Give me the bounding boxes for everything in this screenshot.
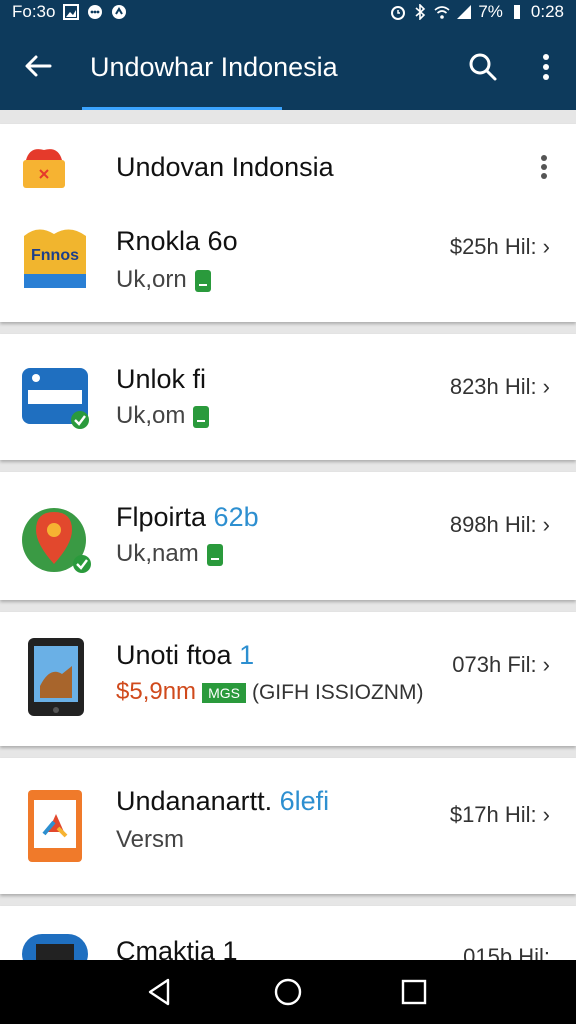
store-icon bbox=[23, 149, 65, 188]
title-underline bbox=[82, 107, 282, 110]
item-title-accent: 62b bbox=[213, 502, 259, 532]
image-notification-icon bbox=[63, 4, 80, 20]
back-icon[interactable] bbox=[142, 974, 178, 1010]
item-title-accent: 1 bbox=[239, 640, 255, 670]
item-title: Rnokla 6o bbox=[116, 226, 238, 256]
system-nav-bar bbox=[0, 960, 576, 1024]
item-note: (GIFH ISSIOZNM) bbox=[251, 681, 424, 704]
item-title: Unlok fi bbox=[116, 364, 207, 394]
more-vert-icon[interactable] bbox=[536, 52, 556, 82]
page-title: Undowhar Indonesia bbox=[90, 52, 338, 82]
maps-app-icon bbox=[22, 508, 91, 573]
item-price: 898h Hil: bbox=[449, 512, 537, 537]
food-app-icon: Fnnos bbox=[24, 229, 86, 288]
battery-icon bbox=[513, 5, 520, 19]
chevron-right-icon: › bbox=[542, 652, 550, 677]
install-badge-icon bbox=[194, 269, 211, 292]
item-price: 073h Fil: bbox=[452, 652, 537, 677]
list-item[interactable]: Flpoirta 62b Uk,nam 898h Hil: › bbox=[0, 472, 576, 600]
item-price: $17h Hil: bbox=[449, 802, 537, 827]
item-title: Flpoirta bbox=[116, 502, 207, 532]
signal-icon bbox=[457, 5, 472, 19]
phone-app-icon bbox=[28, 638, 84, 716]
item-price: $25h Hil: bbox=[449, 234, 537, 259]
message-notification-icon bbox=[88, 5, 103, 19]
item-title-accent: 6lefi bbox=[279, 786, 330, 816]
section-more-icon[interactable] bbox=[536, 154, 552, 180]
bluetooth-icon bbox=[415, 4, 426, 20]
item-price: 015b Hil: bbox=[463, 944, 550, 960]
svg-text:Fnnos: Fnnos bbox=[31, 247, 79, 264]
app-bar: Undowhar Indonesia bbox=[0, 24, 576, 110]
list-item[interactable]: Undananartt. 6lefi Versm $17h Hil: › bbox=[0, 758, 576, 894]
recents-icon[interactable] bbox=[396, 974, 432, 1010]
status-time: 0:28 bbox=[530, 2, 564, 21]
home-icon[interactable] bbox=[270, 974, 306, 1010]
section-card: Undovan Indonsia Fnnos Rnokla 6o Uk,orn … bbox=[0, 124, 576, 322]
item-price: 823h Hil: bbox=[449, 374, 537, 399]
chevron-right-icon: › bbox=[542, 374, 550, 399]
app-icon bbox=[22, 934, 88, 960]
item-title: Unoti ftoa bbox=[116, 640, 232, 670]
chevron-right-icon: › bbox=[542, 234, 550, 259]
bus-app-icon bbox=[22, 368, 89, 429]
chevron-right-icon: › bbox=[542, 802, 550, 827]
install-badge-icon bbox=[206, 543, 223, 566]
chevron-right-icon: › bbox=[542, 512, 550, 537]
wifi-icon bbox=[434, 6, 450, 19]
item-subtitle: Versm bbox=[116, 826, 185, 853]
search-icon[interactable] bbox=[468, 52, 498, 82]
list-item[interactable]: Unoti ftoa 1 $5,9nm MGS (GIFH ISSIOZNM) 07… bbox=[0, 612, 576, 746]
item-subtitle: Uk,nam bbox=[116, 540, 199, 567]
tablet-app-icon bbox=[28, 790, 82, 862]
alarm-icon bbox=[391, 6, 406, 20]
promo-tag: MGS bbox=[202, 682, 246, 703]
arrow-left-icon[interactable] bbox=[22, 50, 54, 82]
section-title: Undovan Indonsia bbox=[116, 152, 334, 182]
item-subtitle: Uk,orn bbox=[116, 266, 187, 293]
battery-percent: 7% bbox=[478, 2, 503, 21]
sale-price: $5,9nm bbox=[116, 678, 197, 705]
app-notification-icon bbox=[112, 5, 127, 19]
status-bar: Fo:3o 7% 0:28 bbox=[0, 0, 576, 24]
install-badge-icon bbox=[193, 405, 210, 428]
item-subtitle: Uk,om bbox=[116, 402, 186, 429]
item-title: Cmaktia 1 bbox=[116, 936, 238, 960]
list-item[interactable]: Unlok fi Uk,om 823h Hil: › bbox=[0, 334, 576, 460]
item-title: Undananartt. bbox=[116, 786, 273, 816]
list-item[interactable]: Cmaktia 1 015b Hil: bbox=[0, 906, 576, 960]
status-left-text: Fo:3o bbox=[12, 2, 56, 21]
